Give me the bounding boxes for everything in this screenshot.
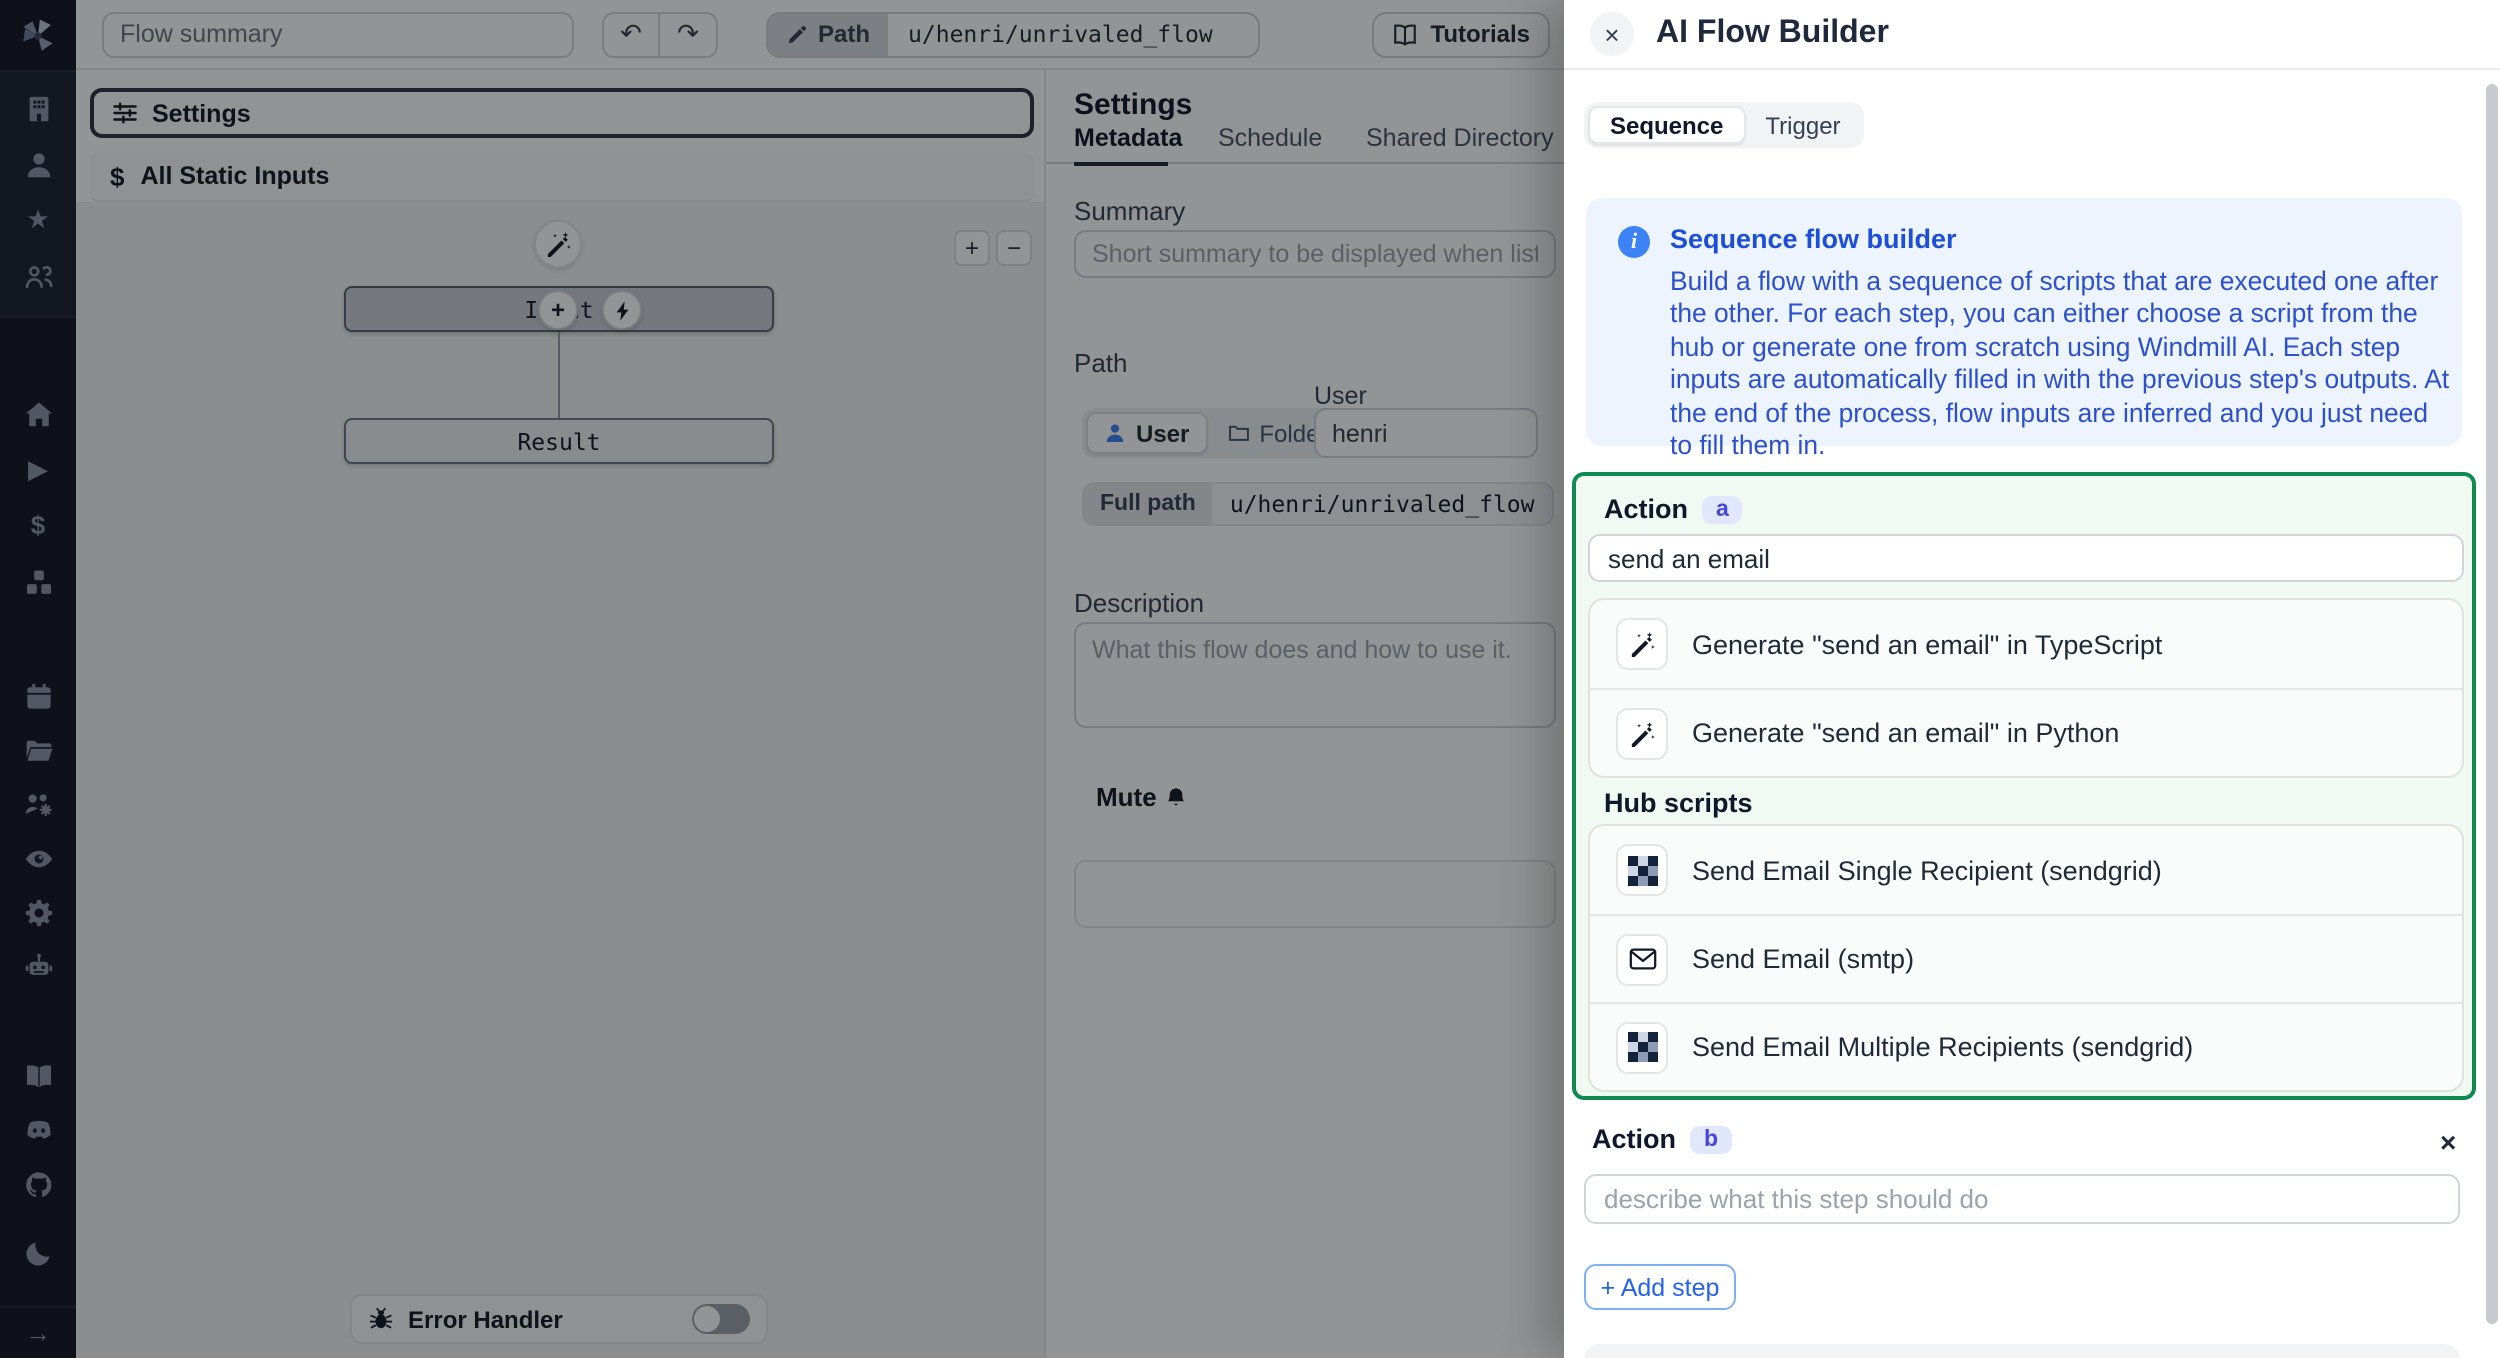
tab-trigger[interactable]: Trigger bbox=[1745, 106, 1860, 144]
next-section-edge bbox=[1584, 1344, 2460, 1358]
suggestion-generate-python[interactable]: Generate "send an email" in Python bbox=[1590, 688, 2462, 776]
icon-box bbox=[1616, 618, 1668, 670]
ai-mode-tabs: Sequence Trigger bbox=[1584, 102, 1865, 148]
hub-item-label: Send Email (smtp) bbox=[1692, 944, 1914, 974]
close-panel-button[interactable]: × bbox=[1590, 12, 1634, 56]
icon-box bbox=[1616, 707, 1668, 759]
suggestion-generate-typescript[interactable]: Generate "send an email" in TypeScript bbox=[1590, 600, 2462, 688]
modal-dim-overlay[interactable] bbox=[0, 0, 1564, 1358]
magic-wand-icon bbox=[1628, 719, 1656, 747]
info-body: Build a flow with a sequence of scripts … bbox=[1670, 266, 2454, 463]
ai-panel-title: AI Flow Builder bbox=[1656, 16, 1889, 52]
app-window: ★ ▶ $ bbox=[0, 0, 2500, 1358]
icon-box bbox=[1616, 933, 1668, 985]
hub-item-label: Send Email Single Recipient (sendgrid) bbox=[1692, 855, 2162, 885]
add-step-button[interactable]: + Add step bbox=[1584, 1264, 1736, 1310]
sequence-info-box: i Sequence flow builder Build a flow wit… bbox=[1586, 198, 2462, 446]
tab-sequence[interactable]: Sequence bbox=[1588, 106, 1745, 144]
add-step-label: + Add step bbox=[1601, 1273, 1720, 1301]
action-a-input[interactable] bbox=[1588, 534, 2464, 582]
action-b-label: Action bbox=[1592, 1124, 1676, 1154]
close-icon: × bbox=[1604, 19, 1619, 49]
action-a-label: Action bbox=[1604, 494, 1688, 524]
action-b-header: Action b bbox=[1592, 1124, 1732, 1154]
suggestion-label: Generate "send an email" in Python bbox=[1692, 718, 2119, 748]
action-a-header: Action a bbox=[1604, 494, 1743, 524]
action-a-badge: a bbox=[1702, 495, 1743, 523]
sendgrid-logo-icon bbox=[1627, 855, 1657, 885]
remove-action-b-button[interactable]: × bbox=[2440, 1126, 2456, 1158]
info-icon: i bbox=[1618, 226, 1650, 258]
suggestions-list: Generate "send an email" in TypeScript G… bbox=[1588, 598, 2464, 778]
sendgrid-logo-icon bbox=[1627, 1032, 1657, 1062]
hub-scripts-list: Send Email Single Recipient (sendgrid) S… bbox=[1588, 824, 2464, 1092]
hub-item-sendgrid-single[interactable]: Send Email Single Recipient (sendgrid) bbox=[1590, 826, 2462, 914]
hub-item-smtp[interactable]: Send Email (smtp) bbox=[1590, 914, 2462, 1002]
hub-item-sendgrid-multiple[interactable]: Send Email Multiple Recipients (sendgrid… bbox=[1590, 1002, 2462, 1090]
hub-scripts-title: Hub scripts bbox=[1604, 788, 1753, 818]
ai-panel-header: × AI Flow Builder bbox=[1564, 0, 2500, 70]
magic-wand-icon bbox=[1628, 630, 1656, 658]
action-b-badge: b bbox=[1690, 1125, 1732, 1153]
icon-box bbox=[1616, 844, 1668, 896]
icon-box bbox=[1616, 1021, 1668, 1073]
hub-item-label: Send Email Multiple Recipients (sendgrid… bbox=[1692, 1032, 2193, 1062]
panel-scrollbar[interactable] bbox=[2486, 84, 2498, 1324]
envelope-icon bbox=[1627, 944, 1657, 974]
close-icon: × bbox=[2440, 1126, 2456, 1158]
suggestion-label: Generate "send an email" in TypeScript bbox=[1692, 629, 2162, 659]
action-b-input[interactable] bbox=[1584, 1174, 2460, 1224]
action-a-section: Action a Generate "send an email" in Typ… bbox=[1572, 472, 2476, 1100]
info-title: Sequence flow builder bbox=[1670, 224, 2454, 254]
ai-flow-builder-panel: × AI Flow Builder Sequence Trigger i Seq… bbox=[1564, 0, 2500, 1358]
